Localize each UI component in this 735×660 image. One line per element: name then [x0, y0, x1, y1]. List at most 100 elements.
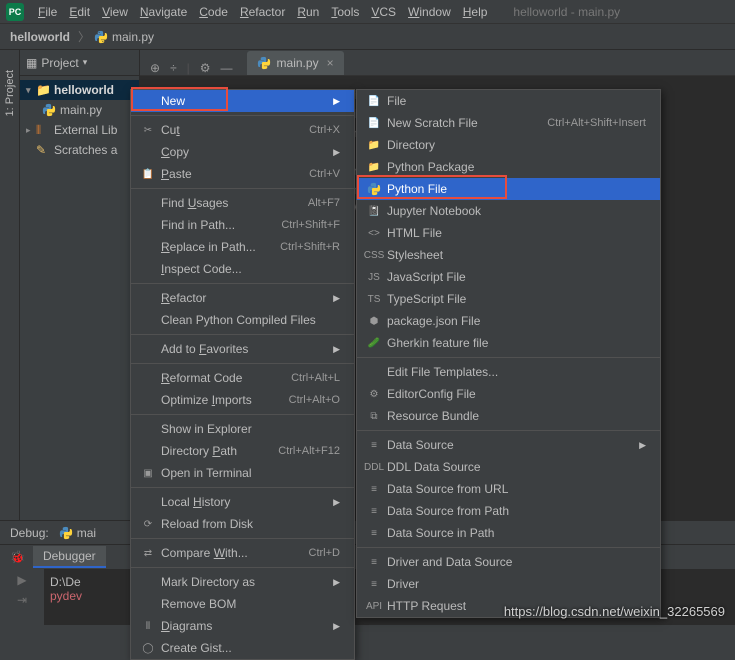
menu-item-inspect-code-[interactable]: Inspect Code... — [131, 258, 354, 280]
menu-item-copy[interactable]: Copy▶ — [131, 141, 354, 163]
menu-item-jupyter-notebook[interactable]: 📓Jupyter Notebook — [357, 200, 660, 222]
tree-scratches[interactable]: ✎ Scratches a — [20, 140, 139, 160]
menu-item-python-file[interactable]: Python File — [357, 178, 660, 200]
menu-edit[interactable]: Edit — [63, 5, 96, 19]
menu-item-compare-with-[interactable]: ⇄Compare With...Ctrl+D — [131, 542, 354, 564]
menu-code[interactable]: Code — [193, 5, 234, 19]
db-icon: ≡ — [365, 579, 383, 590]
menu-item-resource-bundle[interactable]: ⧉Resource Bundle — [357, 405, 660, 427]
menu-item-editorconfig-file[interactable]: ⚙EditorConfig File — [357, 383, 660, 405]
python-icon — [94, 30, 108, 44]
menu-item-replace-in-path-[interactable]: Replace in Path...Ctrl+Shift+R — [131, 236, 354, 258]
menu-item-open-in-terminal[interactable]: ▣Open in Terminal — [131, 462, 354, 484]
pkg-icon: ⬢ — [365, 316, 383, 327]
menu-item-data-source-from-url[interactable]: ≡Data Source from URL — [357, 478, 660, 500]
editor-tab[interactable]: main.py × — [247, 51, 344, 75]
menu-item-new-scratch-file[interactable]: 📄New Scratch FileCtrl+Alt+Shift+Insert — [357, 112, 660, 134]
tree-external-libs[interactable]: ▸ ⫴ External Lib — [20, 120, 139, 140]
minimize-icon[interactable]: — — [221, 61, 233, 75]
editorconfig-icon: ⚙ — [365, 389, 383, 400]
compare-icon: ⇄ — [139, 548, 157, 559]
bug-icon[interactable]: 🐞 — [10, 550, 25, 564]
menu-item-data-source[interactable]: ≡Data Source▶ — [357, 434, 660, 456]
breadcrumb-project[interactable]: helloworld — [10, 30, 74, 44]
menu-item-gherkin-feature-file[interactable]: 🥒Gherkin feature file — [357, 332, 660, 354]
menu-item-stylesheet[interactable]: CSSStylesheet — [357, 244, 660, 266]
menu-item-data-source-in-path[interactable]: ≡Data Source in Path — [357, 522, 660, 544]
menu-item-find-in-path-[interactable]: Find in Path...Ctrl+Shift+F — [131, 214, 354, 236]
library-icon: ⫴ — [36, 123, 50, 138]
github-icon: ◯ — [139, 643, 157, 654]
menu-item-create-gist-[interactable]: ◯Create Gist... — [131, 637, 354, 659]
menu-run[interactable]: Run — [291, 5, 325, 19]
terminal-icon: ▣ — [139, 468, 157, 479]
file-icon: 📄 — [365, 96, 383, 107]
menu-item-find-usages[interactable]: Find UsagesAlt+F7 — [131, 192, 354, 214]
menu-item-refactor[interactable]: Refactor▶ — [131, 287, 354, 309]
side-tab-project[interactable]: 1: Project — [4, 70, 16, 116]
menu-item-python-package[interactable]: 📁Python Package — [357, 156, 660, 178]
tree-file[interactable]: main.py — [20, 100, 139, 120]
editor-tabbar: ⊕ ÷ | ⚙ — main.py × — [140, 50, 735, 76]
step-icon[interactable]: ⇥ — [17, 593, 27, 607]
menu-item-reformat-code[interactable]: Reformat CodeCtrl+Alt+L — [131, 367, 354, 389]
menu-item-diagrams[interactable]: ⫴Diagrams▶ — [131, 615, 354, 637]
tree-root[interactable]: ▾ 📁 helloworld — [20, 80, 139, 100]
menu-item-remove-bom[interactable]: Remove BOM — [131, 593, 354, 615]
debugger-tab[interactable]: Debugger — [33, 546, 106, 568]
chevron-right-icon: 〉 — [74, 28, 94, 45]
menu-help[interactable]: Help — [457, 5, 494, 19]
context-menu: New▶ ✂CutCtrl+XCopy▶📋PasteCtrl+V Find Usag… — [130, 89, 355, 660]
debug-config[interactable]: mai — [77, 526, 96, 540]
menu-item-typescript-file[interactable]: TSTypeScript File — [357, 288, 660, 310]
menu-view[interactable]: View — [96, 5, 134, 19]
menu-refactor[interactable]: Refactor — [234, 5, 291, 19]
diagram-icon: ⫴ — [139, 621, 157, 632]
target-icon[interactable]: ⊕ — [150, 61, 160, 75]
menu-tools[interactable]: Tools — [325, 5, 365, 19]
menu-item-cut[interactable]: ✂CutCtrl+X — [131, 119, 354, 141]
menu-item-data-source-from-path[interactable]: ≡Data Source from Path — [357, 500, 660, 522]
app-logo: PC — [6, 3, 24, 21]
menu-item-optimize-imports[interactable]: Optimize ImportsCtrl+Alt+O — [131, 389, 354, 411]
menu-item-reload-from-disk[interactable]: ⟳Reload from Disk — [131, 513, 354, 535]
menu-item-html-file[interactable]: <>HTML File — [357, 222, 660, 244]
project-panel-header: ▦ Project ▾ — [20, 50, 139, 76]
menu-item-javascript-file[interactable]: JSJavaScript File — [357, 266, 660, 288]
db-icon: ≡ — [365, 484, 383, 495]
menu-item-directory[interactable]: 📁Directory — [357, 134, 660, 156]
menu-item-new[interactable]: New▶ — [131, 90, 354, 112]
gear-icon[interactable]: ⚙ — [200, 61, 211, 75]
folder-icon: 📁 — [36, 83, 50, 97]
resume-icon[interactable]: ▶ — [17, 573, 26, 587]
reload-icon: ⟳ — [139, 519, 157, 530]
collapse-icon[interactable]: ÷ — [170, 61, 177, 75]
menu-vcs[interactable]: VCS — [365, 5, 402, 19]
menu-item-edit-file-templates-[interactable]: Edit File Templates... — [357, 361, 660, 383]
menu-item-add-to-favorites[interactable]: Add to Favorites▶ — [131, 338, 354, 360]
menu-item-show-in-explorer[interactable]: Show in Explorer — [131, 418, 354, 440]
menu-item-ddl-data-source[interactable]: DDLDDL Data Source — [357, 456, 660, 478]
menu-navigate[interactable]: Navigate — [134, 5, 193, 19]
menu-item-driver-and-data-source[interactable]: ≡Driver and Data Source — [357, 551, 660, 573]
menu-item-paste[interactable]: 📋PasteCtrl+V — [131, 163, 354, 185]
menu-window[interactable]: Window — [402, 5, 457, 19]
db-icon: ≡ — [365, 440, 383, 451]
scratch-icon: 📄 — [365, 118, 383, 129]
python-icon — [42, 103, 56, 117]
menu-item-package-json-file[interactable]: ⬢package.json File — [357, 310, 660, 332]
menu-file[interactable]: File — [32, 5, 63, 19]
close-icon[interactable]: × — [327, 56, 334, 70]
menu-item-mark-directory-as[interactable]: Mark Directory as▶ — [131, 571, 354, 593]
menu-item-clean-python-compiled-files[interactable]: Clean Python Compiled Files — [131, 309, 354, 331]
http-icon: API — [365, 601, 383, 612]
menu-item-local-history[interactable]: Local History▶ — [131, 491, 354, 513]
breadcrumb-file[interactable]: main.py — [112, 30, 158, 44]
menu-item-directory-path[interactable]: Directory PathCtrl+Alt+F12 — [131, 440, 354, 462]
css-icon: CSS — [365, 250, 383, 261]
menu-item-file[interactable]: 📄File — [357, 90, 660, 112]
db-icon: ≡ — [365, 528, 383, 539]
folder-icon: 📁 — [365, 162, 383, 173]
menu-item-driver[interactable]: ≡Driver — [357, 573, 660, 595]
paste-icon: 📋 — [139, 169, 157, 180]
